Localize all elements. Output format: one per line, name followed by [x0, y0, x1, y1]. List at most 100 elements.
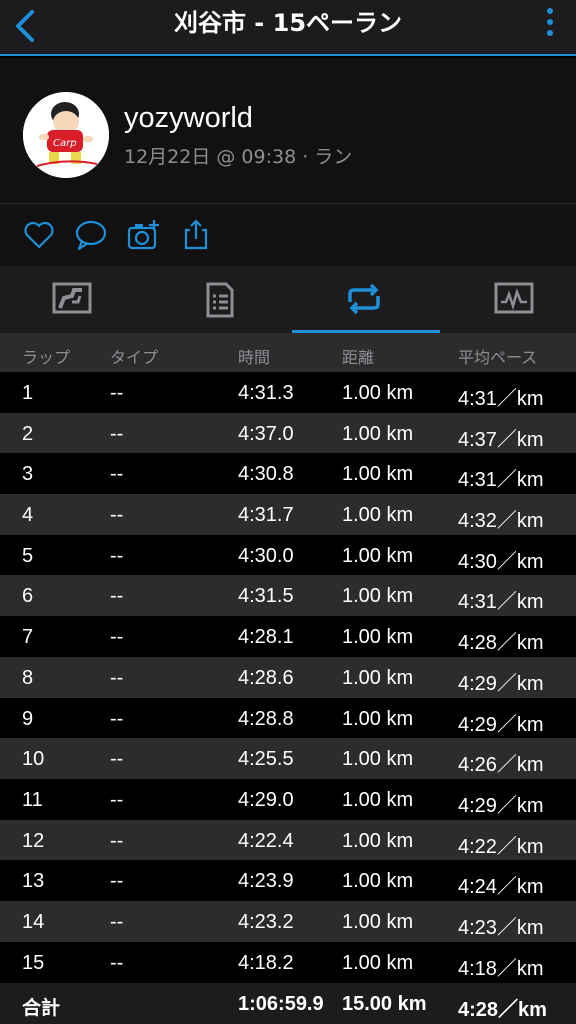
lap-pace: 4:29／km — [458, 713, 544, 736]
lap-time: 4:31.5 — [238, 585, 294, 608]
lap-number: 12 — [22, 829, 45, 852]
lap-type: -- — [110, 707, 124, 730]
table-row[interactable]: 12 -- 4:22.4 1.00 km 4:22／km — [0, 819, 576, 861]
table-row[interactable]: 9 -- 4:28.8 1.00 km 4:29／km — [0, 697, 576, 739]
total-pace: 4:28／km — [458, 999, 547, 1021]
table-row[interactable]: 14 -- 4:23.2 1.00 km 4:23／km — [0, 900, 576, 942]
lap-time: 4:28.1 — [238, 626, 294, 649]
lap-distance: 1.00 km — [342, 829, 414, 852]
more-options-icon[interactable] — [542, 4, 558, 44]
tab-details[interactable] — [148, 266, 292, 333]
lap-time: 4:28.8 — [238, 707, 294, 730]
add-photo-icon[interactable] — [127, 218, 161, 252]
lap-time: 4:25.5 — [238, 748, 294, 771]
tab-charts[interactable] — [442, 266, 576, 333]
table-row[interactable]: 10 -- 4:25.5 1.00 km 4:26／km — [0, 738, 576, 779]
lap-pace: 4:23／km — [458, 916, 544, 939]
comment-icon[interactable] — [74, 218, 108, 252]
total-time: 1:06:59.9 — [238, 993, 324, 1015]
lap-number: 11 — [22, 788, 43, 811]
tab-bar — [0, 266, 576, 333]
table-row[interactable]: 13 -- 4:23.9 1.00 km 4:24／km — [0, 860, 576, 901]
lap-distance: 1.00 km — [342, 788, 414, 811]
lap-pace: 4:28／km — [458, 632, 544, 655]
lap-number: 7 — [22, 626, 34, 649]
lap-distance: 1.00 km — [342, 626, 414, 649]
chart-icon — [494, 282, 534, 314]
map-icon — [52, 282, 92, 314]
lap-time: 4:31.3 — [238, 382, 294, 404]
lap-time: 4:22.4 — [238, 829, 294, 852]
table-row[interactable]: 3 -- 4:30.8 1.00 km 4:31／km — [0, 453, 576, 495]
lap-pace: 4:31／km — [458, 388, 544, 410]
lap-distance: 1.00 km — [342, 544, 414, 567]
lap-number: 15 — [22, 951, 45, 974]
column-header-distance: 距離 — [342, 348, 375, 367]
lap-distance: 1.00 km — [342, 748, 414, 771]
lap-type: -- — [110, 626, 124, 649]
table-row[interactable]: 15 -- 4:18.2 1.00 km 4:18／km — [0, 941, 576, 983]
column-header-avg-pace: 平均ペース — [458, 348, 538, 367]
lap-number: 8 — [22, 666, 34, 689]
lap-time: 4:18.2 — [238, 951, 294, 974]
avatar[interactable]: Carp — [23, 92, 109, 178]
lap-number: 3 — [22, 463, 34, 486]
lap-time: 4:28.6 — [238, 666, 294, 689]
table-row[interactable]: 5 -- 4:30.0 1.00 km 4:30／km — [0, 534, 576, 576]
column-header-type: タイプ — [110, 348, 159, 367]
table-row[interactable]: 7 -- 4:28.1 1.00 km 4:28／km — [0, 616, 576, 657]
lap-pace: 4:37／km — [458, 428, 544, 451]
table-row[interactable]: 6 -- 4:31.5 1.00 km 4:31／km — [0, 575, 576, 617]
lap-pace: 4:29／km — [458, 794, 544, 817]
lap-pace: 4:29／km — [458, 672, 544, 695]
back-icon[interactable] — [10, 6, 46, 46]
activity-header: Carp yozyworld 12月22日 @ 09:38 · ラン — [0, 58, 576, 204]
lap-type: -- — [110, 870, 124, 893]
lap-time: 4:29.0 — [238, 788, 294, 811]
lap-type: -- — [110, 829, 124, 852]
lap-distance: 1.00 km — [342, 951, 414, 974]
lap-type: -- — [110, 951, 124, 974]
lap-distance: 1.00 km — [342, 707, 414, 730]
table-row[interactable]: 1 -- 4:31.3 1.00 km 4:31／km — [0, 372, 576, 413]
lap-type: -- — [110, 585, 124, 608]
lap-pace: 4:30／km — [458, 550, 544, 573]
lap-distance: 1.00 km — [342, 504, 414, 527]
laps-table-body: 1 -- 4:31.3 1.00 km 4:31／km 2 -- 4:37.0 1.00 km 4… — [0, 372, 576, 983]
tab-laps[interactable] — [292, 266, 440, 333]
lap-pace: 4:24／km — [458, 876, 544, 899]
column-header-time: 時間 — [238, 348, 271, 367]
lap-distance: 1.00 km — [342, 382, 414, 404]
lap-type: -- — [110, 382, 124, 404]
lap-number: 14 — [22, 910, 45, 933]
lap-time: 4:23.2 — [238, 910, 294, 933]
lap-type: -- — [110, 504, 124, 527]
laps-table-header: ラップ タイプ 時間 距離 平均ペース — [0, 333, 576, 372]
lap-time: 4:30.8 — [238, 463, 294, 486]
lap-pace: 4:18／km — [458, 957, 544, 980]
lap-pace: 4:31／km — [458, 591, 544, 614]
document-icon — [206, 282, 234, 318]
lap-pace: 4:31／km — [458, 469, 544, 492]
column-header-lap: ラップ — [22, 348, 71, 367]
table-row[interactable]: 2 -- 4:37.0 1.00 km 4:37／km — [0, 412, 576, 454]
lap-number: 9 — [22, 707, 34, 730]
table-row[interactable]: 8 -- 4:28.6 1.00 km 4:29／km — [0, 656, 576, 698]
lap-type: -- — [110, 544, 124, 567]
svg-text:Carp: Carp — [53, 138, 77, 149]
total-distance: 15.00 km — [342, 993, 427, 1015]
tab-map[interactable] — [0, 266, 144, 333]
share-icon[interactable] — [180, 218, 214, 252]
lap-time: 4:37.0 — [238, 422, 294, 445]
page-title: 刈谷市 - 15ペーラン — [173, 9, 403, 37]
lap-distance: 1.00 km — [342, 910, 414, 933]
lap-type: -- — [110, 910, 124, 933]
table-row[interactable]: 4 -- 4:31.7 1.00 km 4:32／km — [0, 494, 576, 535]
heart-icon[interactable] — [22, 218, 56, 252]
repeat-icon — [348, 283, 380, 315]
table-row[interactable]: 11 -- 4:29.0 1.00 km 4:29／km — [0, 778, 576, 820]
laps-total-row: 合計 1:06:59.9 15.00 km 4:28／km — [0, 983, 576, 1024]
username[interactable]: yozyworld — [124, 102, 253, 135]
lap-distance: 1.00 km — [342, 585, 414, 608]
lap-pace: 4:32／km — [458, 510, 544, 533]
